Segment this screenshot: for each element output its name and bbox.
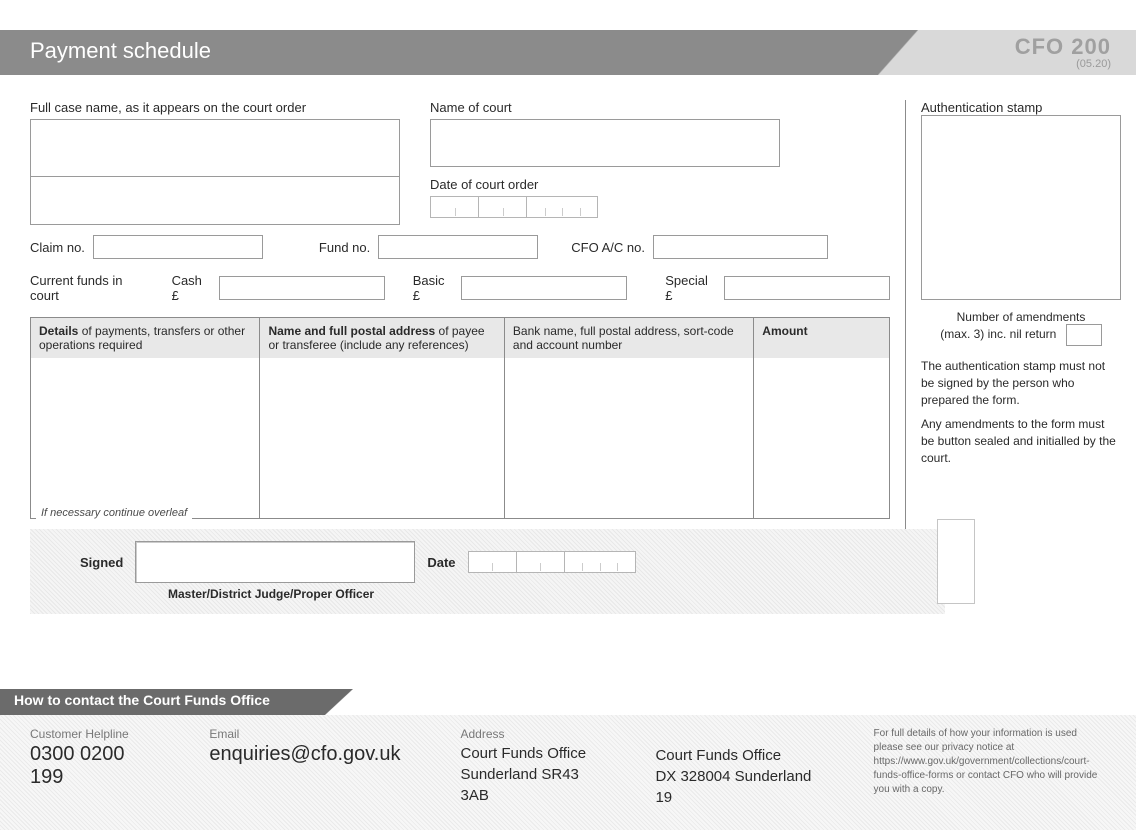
side-box [937, 519, 975, 604]
address-2a: Court Funds Office [655, 745, 813, 766]
header-right: CFO 200 (05.20) [918, 30, 1136, 75]
header-divider [878, 30, 918, 75]
special-label: Special £ [665, 273, 716, 303]
signature-input[interactable] [135, 541, 415, 583]
date-label: Date [427, 555, 455, 570]
helpline-value: 0300 0200 199 [30, 743, 149, 789]
address-label: Address [460, 727, 595, 741]
col-payee: Name and full postal address of payee or… [260, 318, 504, 358]
current-funds-label: Current funds in court [30, 273, 149, 303]
payments-table: Details of payments, transfers or other … [30, 317, 890, 519]
form-code: CFO 200 [1015, 34, 1111, 59]
signature-block: Signed Date Master/District Judge/Proper… [30, 529, 945, 614]
sign-date-input[interactable] [468, 551, 636, 573]
email-label: Email [209, 727, 400, 741]
email-value: enquiries@cfo.gov.uk [209, 743, 400, 766]
claim-no-input[interactable] [93, 235, 263, 259]
auth-note-2: Any amendments to the form must be butto… [921, 416, 1121, 466]
privacy-notice: For full details of how your information… [874, 727, 1106, 808]
col-bank: Bank name, full postal address, sort-cod… [505, 318, 754, 358]
signed-label: Signed [80, 555, 123, 570]
case-name-label: Full case name, as it appears on the cou… [30, 100, 400, 115]
cfo-ac-label: CFO A/C no. [571, 240, 645, 255]
auth-stamp-box[interactable] [921, 115, 1121, 300]
court-input[interactable] [430, 119, 780, 167]
header: Payment schedule CFO 200 (05.20) [0, 30, 1136, 75]
cash-input[interactable] [219, 276, 385, 300]
special-input[interactable] [724, 276, 890, 300]
col-amount: Amount [754, 318, 889, 358]
date-order-input[interactable] [430, 196, 780, 218]
overleaf-note: If necessary continue overleaf [36, 507, 192, 519]
footer-head-divider [325, 689, 353, 715]
cfo-ac-input[interactable] [653, 235, 828, 259]
cash-label: Cash £ [172, 273, 211, 303]
auth-note-1: The authentication stamp must not be sig… [921, 358, 1121, 408]
claim-no-label: Claim no. [30, 240, 85, 255]
amendments-input[interactable] [1066, 324, 1102, 346]
case-name-input[interactable] [30, 119, 400, 177]
helpline-label: Customer Helpline [30, 727, 149, 741]
address-1a: Court Funds Office [460, 743, 595, 764]
fund-no-input[interactable] [378, 235, 538, 259]
footer: How to contact the Court Funds Office Cu… [0, 689, 1136, 830]
basic-input[interactable] [461, 276, 627, 300]
date-order-label: Date of court order [430, 177, 780, 192]
page-title: Payment schedule [0, 30, 878, 75]
col-details: Details of payments, transfers or other … [31, 318, 260, 358]
form-date: (05.20) [918, 58, 1111, 70]
address-2b: DX 328004 Sunderland 19 [655, 766, 813, 808]
basic-label: Basic £ [413, 273, 453, 303]
footer-heading: How to contact the Court Funds Office [0, 689, 325, 715]
case-name-input-2[interactable] [30, 177, 400, 225]
signer-role: Master/District Judge/Proper Officer [168, 587, 925, 601]
auth-label: Authentication stamp [921, 100, 1042, 115]
fund-no-label: Fund no. [319, 240, 370, 255]
table-body[interactable] [31, 358, 889, 518]
amendments-row: Number of amendments (max. 3) inc. nil r… [921, 310, 1121, 346]
court-label: Name of court [430, 100, 780, 115]
